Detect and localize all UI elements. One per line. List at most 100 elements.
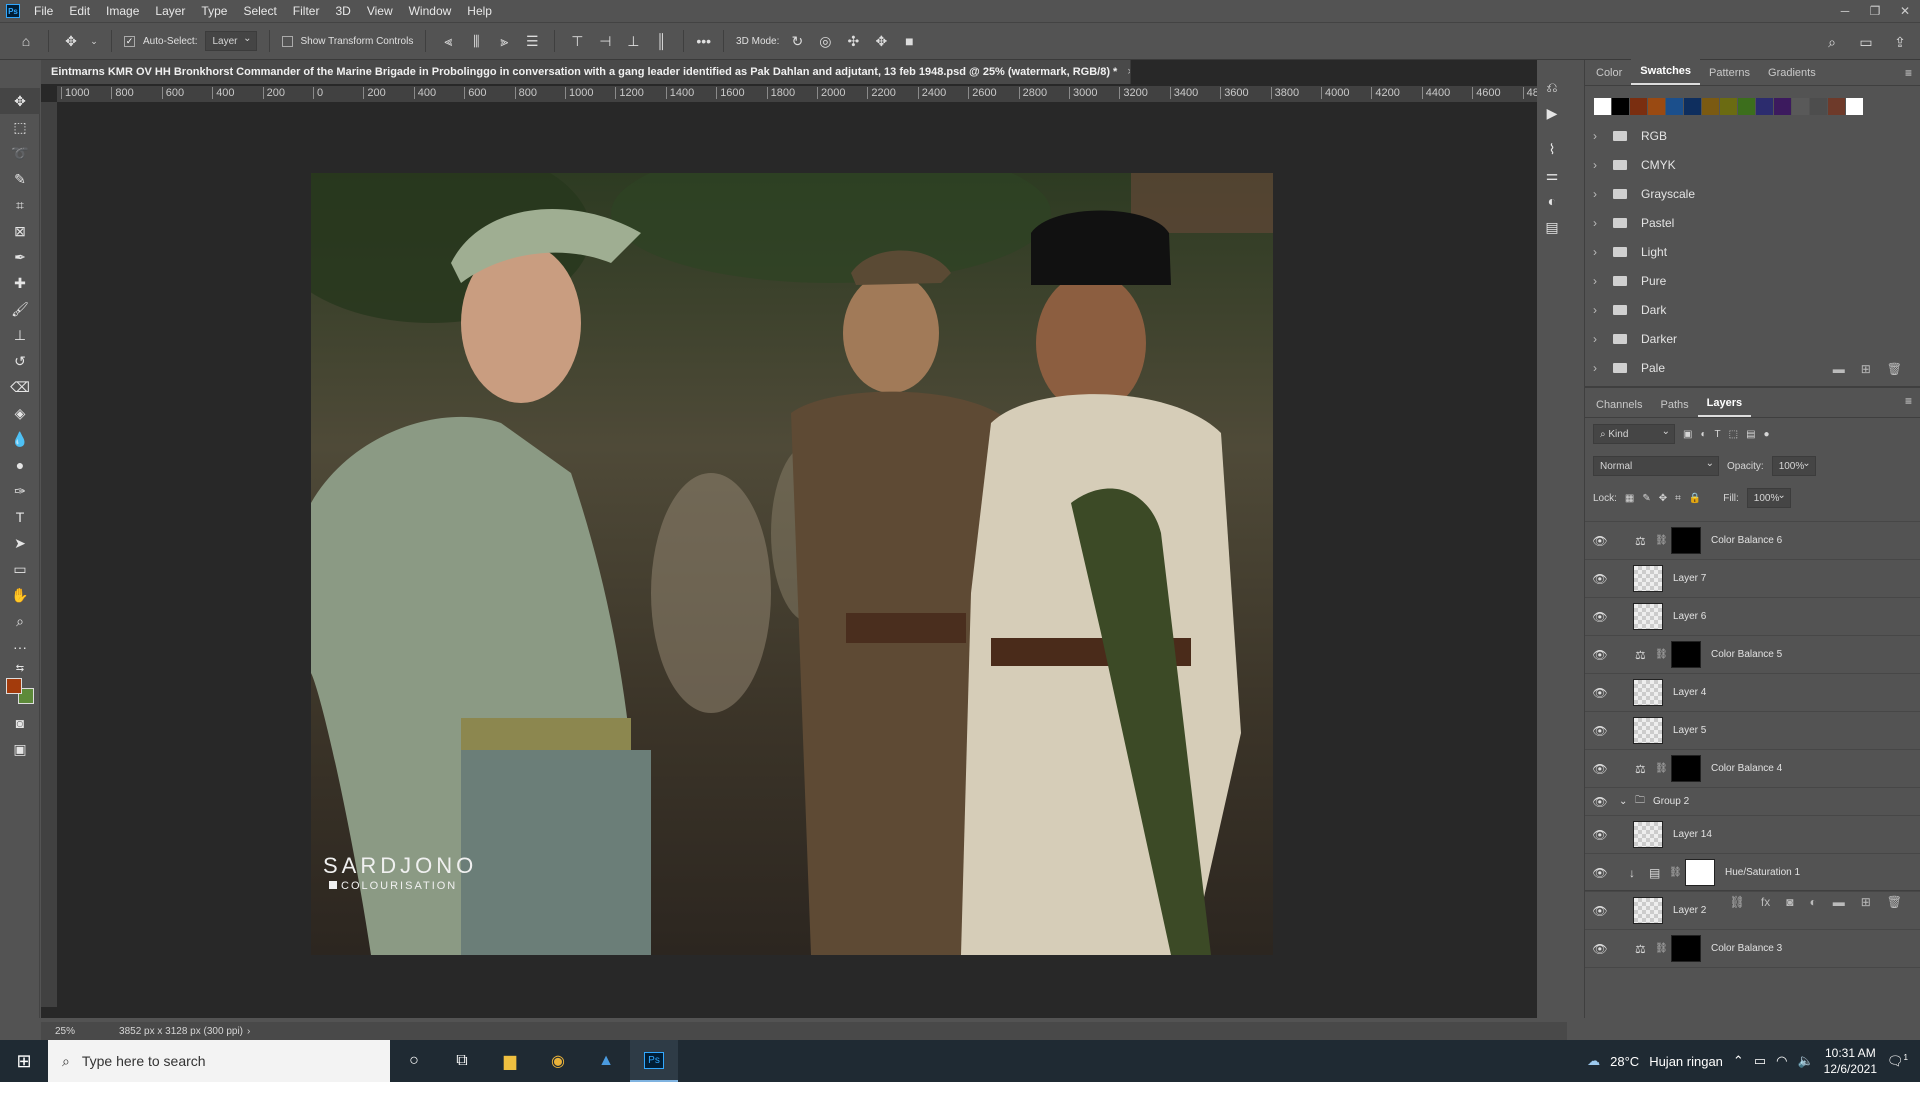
- share-icon[interactable]: ⇪: [1890, 32, 1910, 52]
- show-hidden-icons-icon[interactable]: ⌃: [1733, 1053, 1744, 1069]
- lasso-tool-icon[interactable]: ➰: [0, 140, 40, 166]
- zoom-tool-icon[interactable]: ⌕: [0, 608, 40, 634]
- document-tab[interactable]: Eintmarns KMR OV HH Bronkhorst Commander…: [41, 60, 1131, 84]
- align-right-icon[interactable]: ⫸: [494, 31, 514, 51]
- panel-menu-icon[interactable]: ≡: [1905, 66, 1912, 80]
- menu-image[interactable]: Image: [98, 4, 147, 18]
- layer-name[interactable]: Color Balance 5: [1711, 649, 1782, 660]
- menu-3d[interactable]: 3D: [327, 4, 358, 18]
- visibility-eye-icon[interactable]: 👁: [1585, 610, 1615, 624]
- tab-patterns[interactable]: Patterns: [1700, 61, 1759, 85]
- new-layer-icon[interactable]: ⊞: [1861, 895, 1871, 909]
- layer-name[interactable]: Layer 4: [1673, 687, 1706, 698]
- rectangle-tool-icon[interactable]: ▭: [0, 556, 40, 582]
- visibility-eye-icon[interactable]: 👁: [1585, 795, 1615, 809]
- layer-row[interactable]: 👁 ⌄ 🗀 Group 2: [1585, 788, 1920, 816]
- auto-select-dropdown[interactable]: Layer: [205, 31, 257, 51]
- layer-mask-thumbnail[interactable]: [1671, 641, 1701, 668]
- volume-icon[interactable]: 🔈: [1797, 1053, 1813, 1069]
- type-tool-icon[interactable]: T: [0, 504, 40, 530]
- marquee-tool-icon[interactable]: ⬚: [0, 114, 40, 140]
- menu-type[interactable]: Type: [193, 4, 235, 18]
- visibility-eye-icon[interactable]: 👁: [1585, 828, 1615, 842]
- chrome-icon[interactable]: ◉: [534, 1040, 582, 1082]
- link-icon[interactable]: ⛓: [1669, 867, 1682, 878]
- new-swatch-icon[interactable]: ⊞: [1861, 362, 1871, 376]
- image-canvas[interactable]: SARDJONO COLOURISATION: [311, 173, 1273, 955]
- zoom-level[interactable]: 25%: [55, 1026, 75, 1037]
- stamp-tool-icon[interactable]: ⊥: [0, 322, 40, 348]
- color-swatches[interactable]: [0, 676, 39, 710]
- chevron-right-icon[interactable]: ›: [1593, 332, 1605, 346]
- color-swatch[interactable]: [1774, 98, 1791, 115]
- new-adjustment-icon[interactable]: ◐: [1809, 895, 1816, 909]
- menu-view[interactable]: View: [359, 4, 401, 18]
- chevron-down-icon[interactable]: ⌄: [89, 31, 99, 51]
- filter-adjustment-icon[interactable]: ◐: [1700, 429, 1706, 440]
- pen-tool-icon[interactable]: ✑: [0, 478, 40, 504]
- visibility-eye-icon[interactable]: 👁: [1585, 762, 1615, 776]
- swatch-folder[interactable]: › Grayscale: [1585, 179, 1920, 208]
- link-layers-icon[interactable]: ⛓: [1730, 895, 1745, 909]
- layer-row[interactable]: 👁 ⚖ ⛓ Color Balance 4: [1585, 750, 1920, 788]
- swatch-folder[interactable]: › Darker: [1585, 324, 1920, 353]
- minimize-icon[interactable]: ─: [1830, 0, 1860, 22]
- menu-file[interactable]: File: [26, 4, 61, 18]
- swatch-folder[interactable]: › Light: [1585, 237, 1920, 266]
- layer-mask-thumbnail[interactable]: [1671, 527, 1701, 554]
- camera-3d-icon[interactable]: ■: [899, 31, 919, 51]
- chevron-down-icon[interactable]: ⌄: [1619, 796, 1631, 807]
- move-tool-icon[interactable]: ✥: [0, 88, 40, 114]
- crop-tool-icon[interactable]: ⌗: [0, 192, 40, 218]
- blend-mode-dropdown[interactable]: Normal: [1593, 456, 1719, 476]
- filter-smart-object-icon[interactable]: ▤: [1746, 429, 1755, 440]
- file-explorer-icon[interactable]: ▆: [486, 1040, 534, 1082]
- visibility-eye-icon[interactable]: 👁: [1585, 866, 1615, 880]
- roll-3d-icon[interactable]: ◎: [815, 31, 835, 51]
- adjustments-panel-icon[interactable]: ⚌: [1537, 162, 1567, 188]
- workspace-icon[interactable]: ▭: [1856, 32, 1876, 52]
- tab-color[interactable]: Color: [1587, 61, 1631, 85]
- layer-row[interactable]: 👁 ⚖ ⛓ Color Balance 3: [1585, 930, 1920, 968]
- new-group-icon[interactable]: ▬: [1833, 362, 1845, 376]
- cortana-icon[interactable]: ○: [390, 1040, 438, 1082]
- layer-row[interactable]: 👁 Layer 4: [1585, 674, 1920, 712]
- photoshop-taskbar-icon[interactable]: Ps: [630, 1040, 678, 1082]
- layer-row[interactable]: 👁 Layer 14: [1585, 816, 1920, 854]
- battery-icon[interactable]: ▭: [1754, 1053, 1766, 1069]
- add-mask-icon[interactable]: ◙: [1786, 895, 1793, 909]
- align-center-icon[interactable]: ⫼: [466, 31, 486, 51]
- orbit-3d-icon[interactable]: ↻: [787, 31, 807, 51]
- chevron-right-icon[interactable]: ›: [1593, 216, 1605, 230]
- menu-filter[interactable]: Filter: [285, 4, 328, 18]
- swatch-folder[interactable]: › Dark: [1585, 295, 1920, 324]
- link-icon[interactable]: ⛓: [1655, 763, 1668, 774]
- align-left-icon[interactable]: ⫷: [438, 31, 458, 51]
- more-options-button[interactable]: •••: [696, 33, 711, 49]
- swatch-folder[interactable]: › Pastel: [1585, 208, 1920, 237]
- chevron-right-icon[interactable]: ›: [1593, 245, 1605, 259]
- actions-play-icon[interactable]: ▶: [1537, 100, 1567, 126]
- tab-swatches[interactable]: Swatches: [1631, 59, 1701, 85]
- color-swatch[interactable]: [1702, 98, 1719, 115]
- link-icon[interactable]: ⛓: [1655, 943, 1668, 954]
- layer-mask-thumbnail[interactable]: [1685, 859, 1715, 886]
- layer-name[interactable]: Layer 14: [1673, 829, 1712, 840]
- layer-name[interactable]: Color Balance 3: [1711, 943, 1782, 954]
- swap-colors-icon[interactable]: ⇆: [0, 660, 40, 676]
- more-tools-icon[interactable]: ···: [0, 634, 40, 660]
- delete-icon[interactable]: 🗑: [1887, 362, 1902, 376]
- network-icon[interactable]: ◠: [1776, 1053, 1787, 1069]
- clock[interactable]: 10:31 AM 12/6/2021: [1824, 1045, 1877, 1077]
- chevron-right-icon[interactable]: ›: [1593, 187, 1605, 201]
- layer-name[interactable]: Color Balance 4: [1711, 763, 1782, 774]
- slide-3d-icon[interactable]: ✥: [871, 31, 891, 51]
- fill-input[interactable]: 100%: [1746, 488, 1791, 508]
- hand-tool-icon[interactable]: ✋: [0, 582, 40, 608]
- menu-edit[interactable]: Edit: [61, 4, 98, 18]
- layer-mask-thumbnail[interactable]: [1671, 755, 1701, 782]
- eraser-tool-icon[interactable]: ⌫: [0, 374, 40, 400]
- swatch-folder[interactable]: › CMYK: [1585, 150, 1920, 179]
- lock-all-icon[interactable]: 🔒: [1689, 493, 1701, 504]
- healing-brush-icon[interactable]: ✚: [0, 270, 40, 296]
